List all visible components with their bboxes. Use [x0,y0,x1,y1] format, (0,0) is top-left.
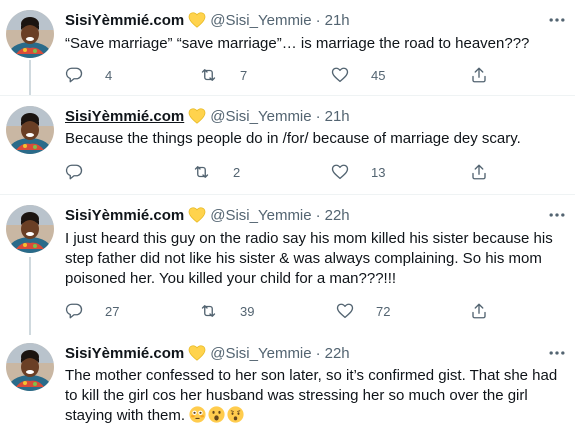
avatar[interactable] [6,10,54,58]
reply-button[interactable]: 4 [65,65,115,85]
share-button[interactable] [470,301,510,321]
more-icon[interactable] [547,343,567,363]
timestamp[interactable]: 21h [325,12,350,29]
hushed-face-emoji [227,406,244,423]
timestamp[interactable]: 22h [325,207,350,224]
like-icon [336,302,366,320]
like-count: 72 [376,303,391,319]
tweet-thread: SisiYèmmié.com @Sisi_Yemmie · 21h “Save … [0,0,575,434]
user-handle[interactable]: @Sisi_Yemmie [210,345,311,362]
like-count: 45 [371,67,386,83]
user-handle[interactable]: @Sisi_Yemmie [210,12,311,29]
retweet-count: 2 [233,164,241,180]
heart-badge-icon [188,108,206,124]
display-name[interactable]: SisiYèmmié.com [65,12,184,29]
user-handle[interactable]: @Sisi_Yemmie [210,207,311,224]
share-icon [470,302,500,320]
reply-button[interactable]: 27 [65,301,119,321]
more-icon[interactable] [547,205,567,225]
like-button[interactable]: 13 [331,162,385,182]
retweet-button[interactable]: 2 [192,162,243,182]
display-name[interactable]: SisiYèmmié.com [65,207,184,224]
retweet-icon [199,302,230,320]
tweet-header: SisiYèmmié.com @Sisi_Yemmie · 22h [65,343,350,363]
reply-icon [65,302,95,320]
share-icon [470,163,500,181]
like-icon [331,66,361,84]
tweet-text: “Save marriage” “save marriage”… is marr… [65,35,530,52]
retweet-icon [192,163,223,181]
share-button[interactable] [470,162,510,182]
like-button[interactable]: 45 [331,65,385,85]
retweet-icon [199,66,230,84]
tweet-text: The mother confessed to her son later, s… [65,366,565,426]
display-name[interactable]: SisiYèmmié.com [65,345,184,362]
heart-badge-icon [188,207,206,223]
separator-dot: · [315,344,321,362]
tweet[interactable]: SisiYèmmié.com @Sisi_Yemmie · 21h Becaus… [0,96,575,194]
reply-icon [65,66,95,84]
astonished-face-emoji [208,406,225,423]
like-count: 13 [371,164,386,180]
tweet-header: SisiYèmmié.com @Sisi_Yemmie · 21h [65,10,350,30]
tweet[interactable]: SisiYèmmié.com @Sisi_Yemmie · 21h “Save … [0,0,575,95]
share-button[interactable] [470,65,510,85]
like-button[interactable]: 72 [336,301,390,321]
reply-button[interactable] [65,162,115,182]
tweet-text-body: The mother confessed to her son later, s… [65,367,562,424]
avatar[interactable] [6,106,54,154]
separator-dot: · [315,11,321,29]
user-handle[interactable]: @Sisi_Yemmie [210,108,311,125]
tweet-actions: 2 13 [65,162,545,182]
separator-dot: · [315,206,321,224]
retweet-button[interactable]: 39 [199,301,254,321]
tweet-text: Because the things people do in /for/ be… [65,130,521,147]
flushed-face-emoji [189,406,206,423]
tweet[interactable]: SisiYèmmié.com @Sisi_Yemmie · 22h The mo… [0,335,575,434]
more-icon[interactable] [547,10,567,30]
display-name[interactable]: SisiYèmmié.com [65,108,184,125]
timestamp[interactable]: 21h [325,108,350,125]
retweet-count: 7 [240,67,248,83]
timestamp[interactable]: 22h [325,345,350,362]
avatar[interactable] [6,205,54,253]
heart-badge-icon [188,345,206,361]
reply-count: 27 [105,303,120,319]
retweet-button[interactable]: 7 [199,65,250,85]
tweet-actions: 27 39 72 [65,301,545,321]
tweet[interactable]: SisiYèmmié.com @Sisi_Yemmie · 22h I just… [0,195,575,335]
reply-count: 4 [105,67,113,83]
tweet-text: I just heard this guy on the radio say h… [65,230,557,287]
retweet-count: 39 [240,303,255,319]
heart-badge-icon [188,12,206,28]
tweet-actions: 4 7 45 [65,65,545,85]
tweet-header: SisiYèmmié.com @Sisi_Yemmie · 21h [65,106,350,126]
thread-connector-line [29,257,31,335]
separator-dot: · [315,107,321,125]
like-icon [331,163,361,181]
avatar[interactable] [6,343,54,391]
reply-icon [65,163,95,181]
thread-connector-line [29,60,31,95]
tweet-header: SisiYèmmié.com @Sisi_Yemmie · 22h [65,205,350,225]
share-icon [470,66,500,84]
